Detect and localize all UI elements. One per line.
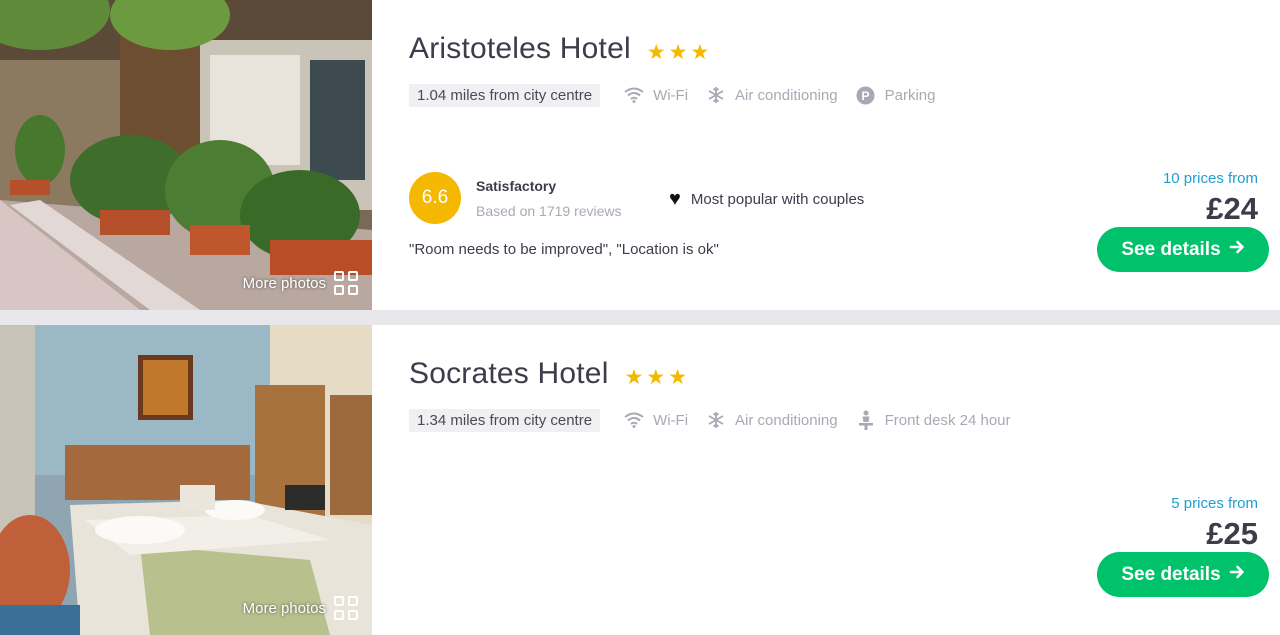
receptionist-icon bbox=[856, 410, 876, 430]
price-box: 10 prices from £24 bbox=[1163, 170, 1258, 227]
amenity-front-desk: Front desk 24 hour bbox=[856, 410, 1011, 430]
snowflake-icon bbox=[706, 410, 726, 430]
hotel-photo[interactable]: More photos bbox=[0, 325, 372, 635]
rating-block: 6.6 Satisfactory Based on 1719 reviews bbox=[409, 172, 622, 224]
more-photos-label: More photos bbox=[242, 274, 326, 292]
review-snippet: "Room needs to be improved", "Location i… bbox=[409, 241, 719, 258]
amenity-air-conditioning: Air conditioning bbox=[706, 410, 838, 430]
prices-from-link[interactable]: 5 prices from bbox=[1171, 495, 1258, 512]
see-details-button[interactable]: See details bbox=[1097, 227, 1269, 272]
svg-text:P: P bbox=[862, 89, 870, 103]
popular-label: Most popular with couples bbox=[690, 190, 865, 208]
star-rating: ★ ★ ★ bbox=[625, 367, 687, 388]
amenity-label: Front desk 24 hour bbox=[884, 411, 1011, 429]
amenities-row: 1.34 miles from city centre Wi-Fi Air co… bbox=[409, 408, 1029, 432]
rating-text: Satisfactory Based on 1719 reviews bbox=[476, 178, 622, 219]
amenity-label: Wi-Fi bbox=[653, 411, 689, 429]
score-badge: 6.6 bbox=[409, 172, 461, 224]
star-icon: ★ bbox=[690, 40, 710, 64]
see-details-label: See details bbox=[1121, 238, 1221, 260]
star-icon: ★ bbox=[668, 40, 688, 64]
price-box: 5 prices from £25 bbox=[1171, 495, 1258, 552]
review-count: Based on 1719 reviews bbox=[476, 202, 622, 219]
popular-with-badge: ♥ Most popular with couples bbox=[669, 189, 864, 209]
amenity-wifi: Wi-Fi bbox=[624, 410, 688, 430]
rating-label: Satisfactory bbox=[476, 177, 557, 194]
hotel-name[interactable]: Aristoteles Hotel bbox=[409, 32, 631, 66]
distance-badge: 1.34 miles from city centre bbox=[409, 408, 601, 432]
price: £24 bbox=[1206, 191, 1258, 226]
hotel-info: Socrates Hotel ★ ★ ★ 1.34 miles from cit… bbox=[409, 325, 1280, 635]
more-photos-button[interactable]: More photos bbox=[243, 596, 358, 620]
star-icon: ★ bbox=[668, 365, 688, 389]
hotel-info: Aristoteles Hotel ★ ★ ★ 1.04 miles from … bbox=[409, 0, 1280, 310]
more-photos-button[interactable]: More photos bbox=[243, 271, 358, 295]
distance-badge: 1.04 miles from city centre bbox=[409, 83, 601, 107]
see-details-label: See details bbox=[1121, 563, 1221, 585]
amenity-parking: P Parking bbox=[856, 85, 936, 105]
prices-from-link[interactable]: 10 prices from bbox=[1163, 170, 1258, 187]
title-row: Aristoteles Hotel ★ ★ ★ bbox=[409, 32, 709, 66]
amenity-label: Air conditioning bbox=[735, 86, 838, 104]
hotel-name[interactable]: Socrates Hotel bbox=[409, 357, 609, 391]
arrow-right-icon bbox=[1229, 239, 1245, 261]
hotel-photo[interactable]: More photos bbox=[0, 0, 372, 310]
gallery-grid-icon bbox=[334, 596, 358, 620]
hotel-exterior-image bbox=[0, 0, 372, 310]
hotel-results-list: More photos Aristoteles Hotel ★ ★ ★ 1.04… bbox=[0, 0, 1280, 635]
title-row: Socrates Hotel ★ ★ ★ bbox=[409, 357, 687, 391]
hotel-card: More photos Aristoteles Hotel ★ ★ ★ 1.04… bbox=[0, 0, 1280, 310]
hotel-room-image bbox=[0, 325, 372, 635]
hotel-card: More photos Socrates Hotel ★ ★ ★ 1.34 mi… bbox=[0, 325, 1280, 635]
snowflake-icon bbox=[706, 85, 726, 105]
gallery-grid-icon bbox=[334, 271, 358, 295]
star-icon: ★ bbox=[624, 365, 644, 389]
wifi-icon bbox=[624, 85, 644, 105]
price: £25 bbox=[1206, 516, 1258, 551]
amenity-wifi: Wi-Fi bbox=[624, 85, 688, 105]
wifi-icon bbox=[624, 410, 644, 430]
star-icon: ★ bbox=[646, 40, 666, 64]
see-details-button[interactable]: See details bbox=[1097, 552, 1269, 597]
amenity-air-conditioning: Air conditioning bbox=[706, 85, 838, 105]
heart-icon: ♥ bbox=[669, 188, 681, 210]
parking-icon: P bbox=[856, 85, 876, 105]
star-rating: ★ ★ ★ bbox=[647, 42, 709, 63]
amenities-row: 1.04 miles from city centre Wi-Fi Air co… bbox=[409, 83, 953, 107]
star-icon: ★ bbox=[646, 365, 666, 389]
amenity-label: Air conditioning bbox=[735, 411, 838, 429]
amenity-label: Parking bbox=[884, 86, 936, 104]
arrow-right-icon bbox=[1229, 564, 1245, 586]
amenity-label: Wi-Fi bbox=[653, 86, 689, 104]
more-photos-label: More photos bbox=[242, 599, 326, 617]
